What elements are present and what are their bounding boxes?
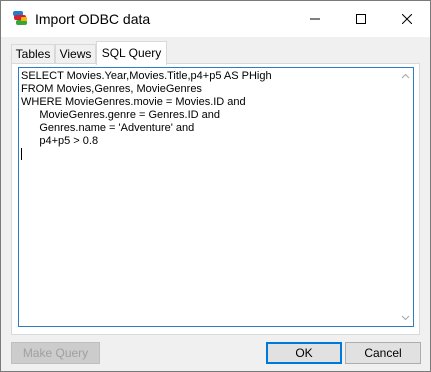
window-title: Import ODBC data bbox=[35, 11, 151, 27]
cancel-button[interactable]: Cancel bbox=[345, 342, 421, 364]
vertical-scrollbar[interactable] bbox=[398, 68, 413, 326]
tab-sql-query[interactable]: SQL Query bbox=[96, 41, 167, 65]
minimize-icon bbox=[310, 18, 320, 20]
import-odbc-dialog: Import ODBC data Tables Views SQL Query … bbox=[0, 0, 431, 372]
sql-query-text[interactable]: SELECT Movies.Year,Movies.Title,p4+p5 AS… bbox=[21, 70, 397, 148]
text-caret bbox=[21, 148, 22, 160]
scroll-down-arrow-icon[interactable] bbox=[401, 313, 410, 322]
make-query-button[interactable]: Make Query bbox=[11, 342, 100, 364]
close-icon bbox=[402, 14, 412, 24]
maximize-button[interactable] bbox=[338, 1, 384, 37]
ok-button[interactable]: OK bbox=[266, 342, 342, 364]
tab-tables[interactable]: Tables bbox=[11, 44, 55, 63]
scroll-up-arrow-icon[interactable] bbox=[401, 72, 410, 81]
close-button[interactable] bbox=[384, 1, 430, 37]
tab-views[interactable]: Views bbox=[55, 44, 96, 63]
title-bar[interactable]: Import ODBC data bbox=[1, 1, 430, 37]
maximize-icon bbox=[356, 14, 366, 24]
odbc-app-icon bbox=[12, 10, 30, 27]
minimize-button[interactable] bbox=[292, 1, 338, 37]
sql-query-editor[interactable]: SELECT Movies.Year,Movies.Title,p4+p5 AS… bbox=[18, 67, 414, 327]
